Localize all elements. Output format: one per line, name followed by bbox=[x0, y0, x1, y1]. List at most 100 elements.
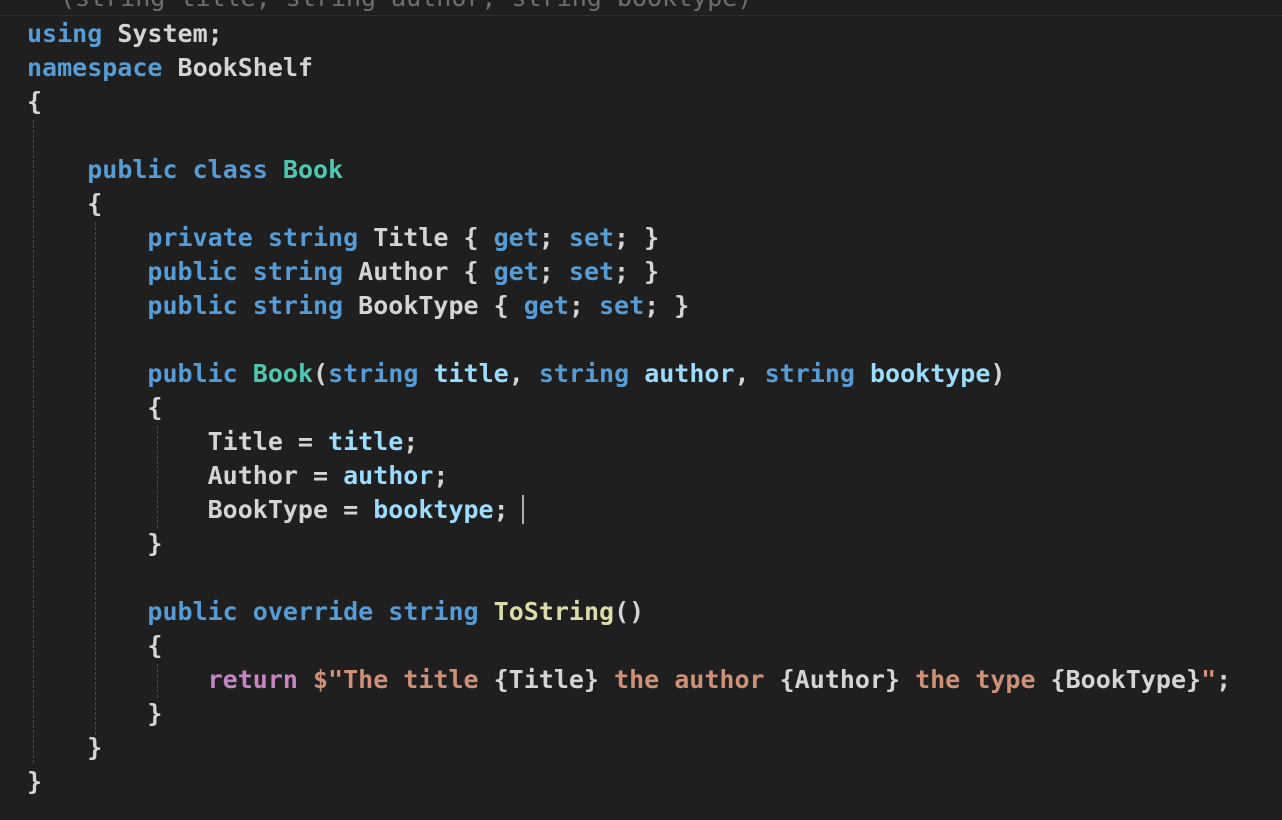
code-area[interactable]: using System; namespace BookShelf{ public… bbox=[0, 17, 1282, 799]
code-token: public bbox=[87, 155, 178, 184]
code-token: get bbox=[493, 257, 539, 286]
code-line[interactable]: public string BookType { get; set; } bbox=[0, 289, 1282, 323]
code-token: ; bbox=[568, 291, 599, 320]
code-token: { bbox=[27, 631, 163, 660]
code-token: } bbox=[27, 699, 163, 728]
code-line[interactable]: Author = author; bbox=[0, 459, 1282, 493]
code-token: title bbox=[328, 427, 404, 456]
code-token: booktype bbox=[870, 359, 991, 388]
code-token: , bbox=[734, 359, 765, 388]
code-line[interactable]: { bbox=[0, 629, 1282, 663]
partial-code-line: (string title, string author, string boo… bbox=[60, 0, 752, 10]
code-token: string bbox=[252, 291, 344, 320]
code-token: the author bbox=[598, 665, 780, 694]
code-token: return bbox=[207, 665, 298, 694]
code-line[interactable]: } bbox=[0, 527, 1282, 561]
code-token: class bbox=[192, 155, 268, 184]
code-token: get bbox=[523, 291, 569, 320]
code-token: set bbox=[568, 257, 615, 286]
text-cursor bbox=[522, 495, 524, 524]
code-token: namespace bbox=[27, 53, 163, 82]
code-line[interactable]: namespace BookShelf bbox=[0, 51, 1282, 85]
code-token: Book bbox=[282, 155, 344, 184]
code-token: ; bbox=[1216, 665, 1232, 694]
code-token: ; bbox=[538, 223, 569, 252]
code-token: Book bbox=[252, 359, 314, 388]
code-token: } bbox=[27, 733, 103, 762]
code-line[interactable]: } bbox=[0, 731, 1282, 765]
code-token: ; } bbox=[644, 291, 690, 320]
code-line[interactable]: } bbox=[0, 765, 1282, 799]
code-line[interactable]: Title = title; bbox=[0, 425, 1282, 459]
code-line[interactable]: { bbox=[0, 85, 1282, 119]
code-line[interactable]: private string Title { get; set; } bbox=[0, 221, 1282, 255]
code-line[interactable]: public Book(string title, string author,… bbox=[0, 357, 1282, 391]
code-token: ToString bbox=[493, 597, 615, 626]
code-line[interactable]: using System; bbox=[0, 17, 1282, 51]
code-line[interactable]: return $"The title {Title} the author {A… bbox=[0, 663, 1282, 697]
code-token: BookType { bbox=[343, 291, 524, 320]
code-token: string bbox=[252, 257, 344, 286]
code-token: author bbox=[644, 359, 735, 388]
code-token: public bbox=[147, 291, 238, 320]
code-token: override bbox=[252, 597, 374, 626]
code-line[interactable]: public override string ToString() bbox=[0, 595, 1282, 629]
code-token: ; bbox=[433, 461, 449, 490]
code-line[interactable]: BookType = booktype; bbox=[0, 493, 1282, 527]
code-token: the type bbox=[900, 665, 1051, 694]
code-line[interactable] bbox=[0, 119, 1282, 153]
code-line[interactable] bbox=[0, 561, 1282, 595]
code-token: { bbox=[27, 393, 163, 422]
code-editor[interactable]: (string title, string author, string boo… bbox=[0, 0, 1282, 820]
code-token: ; bbox=[403, 427, 419, 456]
scrolled-line-fragment: (string title, string author, string boo… bbox=[0, 0, 1282, 16]
code-token: public bbox=[147, 597, 238, 626]
code-token: set bbox=[599, 291, 645, 320]
code-token: BookShelf bbox=[162, 53, 313, 82]
code-token: string bbox=[764, 359, 855, 388]
code-line[interactable]: public string Author { get; set; } bbox=[0, 255, 1282, 289]
code-line[interactable] bbox=[0, 323, 1282, 357]
code-token: string bbox=[538, 359, 630, 388]
code-token: using bbox=[27, 19, 103, 48]
code-token: Author { bbox=[343, 257, 494, 286]
code-token: booktype bbox=[373, 495, 494, 524]
code-token: } bbox=[27, 767, 43, 796]
code-line[interactable]: } bbox=[0, 697, 1282, 731]
code-token: BookType = bbox=[27, 495, 374, 524]
code-token: string bbox=[328, 359, 419, 388]
code-token: () bbox=[614, 597, 645, 626]
code-line[interactable]: { bbox=[0, 187, 1282, 221]
code-token: get bbox=[493, 223, 539, 252]
code-token: public bbox=[147, 257, 238, 286]
code-token: ; bbox=[493, 495, 509, 524]
code-token: title bbox=[433, 359, 509, 388]
code-line[interactable]: { bbox=[0, 391, 1282, 425]
code-token: { bbox=[27, 87, 43, 116]
code-token: string bbox=[388, 597, 479, 626]
code-token: System; bbox=[102, 19, 223, 48]
code-token: {BookType} bbox=[1050, 665, 1202, 694]
code-token: author bbox=[343, 461, 434, 490]
code-token: string bbox=[267, 223, 359, 252]
code-token: } bbox=[27, 529, 163, 558]
code-token: {Author} bbox=[779, 665, 901, 694]
code-token: {Title} bbox=[493, 665, 599, 694]
code-token: " bbox=[1201, 665, 1217, 694]
code-line[interactable]: public class Book bbox=[0, 153, 1282, 187]
code-token: ( bbox=[313, 359, 329, 388]
